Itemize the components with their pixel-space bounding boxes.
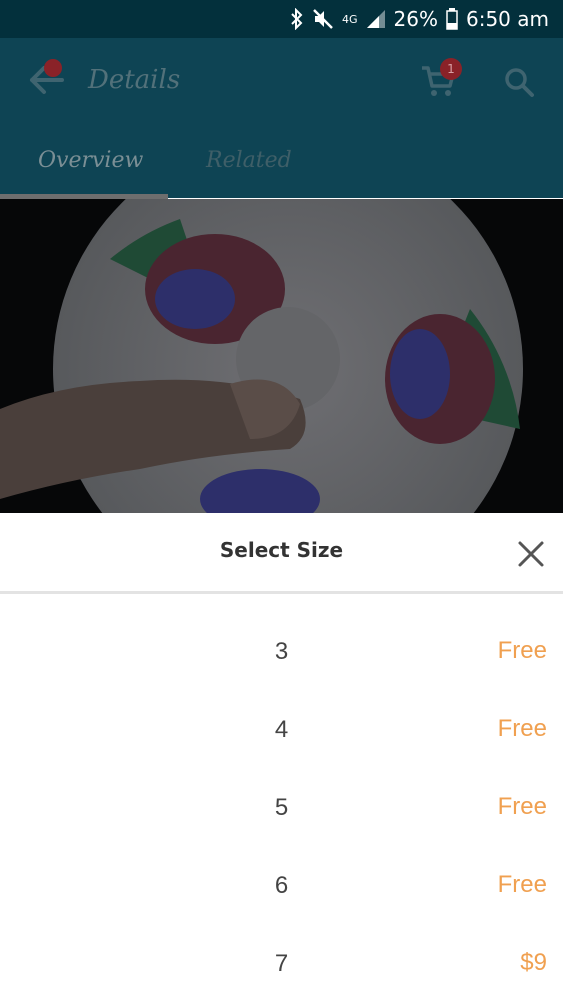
tab-related[interactable]: Related — [206, 148, 292, 173]
bluetooth-icon — [291, 8, 303, 30]
product-image — [0, 199, 563, 513]
size-option[interactable]: 5 Free — [0, 767, 563, 845]
size-option[interactable]: 4 Free — [0, 689, 563, 767]
size-label: 7 — [274, 950, 289, 977]
size-list: 3 Free 4 Free 5 Free 6 Free 7 $9 — [0, 611, 563, 1001]
size-option[interactable]: 7 $9 — [0, 923, 563, 1001]
network-type: 4G — [342, 12, 358, 26]
size-option[interactable]: 6 Free — [0, 845, 563, 923]
select-size-sheet: Select Size 3 Free 4 Free 5 Free 6 Free … — [0, 513, 563, 1000]
size-label: 4 — [274, 716, 289, 743]
signal-icon — [366, 10, 385, 28]
size-option[interactable]: 3 Free — [0, 611, 563, 689]
size-price: $9 — [520, 949, 547, 976]
size-label: 6 — [274, 872, 289, 899]
battery-icon — [446, 8, 458, 30]
close-icon[interactable] — [514, 537, 548, 571]
size-price: Free — [497, 793, 547, 820]
fidget-spinner-image — [0, 199, 563, 513]
status-bar: 4G 26% 6:50 am — [0, 0, 563, 38]
cart-badge: 1 — [440, 58, 462, 80]
size-label: 3 — [274, 638, 289, 665]
search-icon[interactable] — [503, 66, 535, 98]
notification-dot — [44, 59, 62, 77]
clock: 6:50 am — [465, 7, 549, 31]
tab-overview[interactable]: Overview — [38, 148, 143, 173]
page-title: Details — [88, 65, 181, 95]
size-price: Free — [497, 715, 547, 742]
battery-percent: 26% — [393, 7, 438, 31]
app-bar — [0, 38, 563, 198]
sheet-title: Select Size — [219, 538, 344, 562]
status-icons: 4G 26% 6:50 am — [290, 6, 549, 32]
size-price: Free — [497, 637, 547, 664]
sheet-header: Select Size — [0, 513, 563, 594]
size-price: Free — [497, 871, 547, 898]
mute-icon — [313, 9, 333, 29]
size-label: 5 — [274, 794, 289, 821]
